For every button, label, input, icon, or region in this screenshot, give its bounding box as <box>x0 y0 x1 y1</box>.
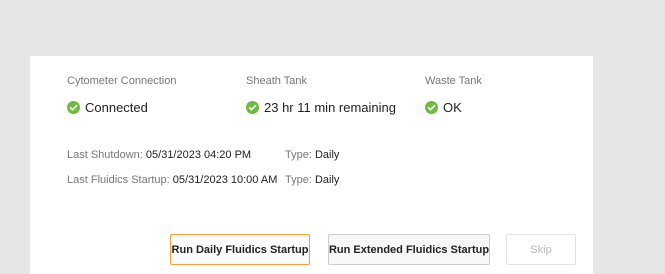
waste-tank-text: OK <box>443 100 462 115</box>
last-shutdown-type-label: Type: <box>285 149 312 161</box>
check-circle-icon <box>425 101 438 114</box>
run-extended-fluidics-startup-button[interactable]: Run Extended Fluidics Startup <box>328 234 490 265</box>
last-startup-label: Last Fluidics Startup: <box>67 174 170 186</box>
last-shutdown-label: Last Shutdown: <box>67 149 143 161</box>
last-startup-type-label: Type: <box>285 174 312 186</box>
waste-tank-heading: Waste Tank <box>425 75 482 87</box>
last-shutdown-value: 05/31/2023 04:20 PM <box>145 149 252 161</box>
run-daily-fluidics-startup-button[interactable]: Run Daily Fluidics Startup <box>170 234 310 265</box>
last-shutdown-row: Last Shutdown: 05/31/2023 04:20 PM <box>67 149 251 161</box>
check-circle-icon <box>246 101 259 114</box>
cytometer-connection-value: Connected <box>67 100 148 115</box>
sheath-tank-status: Sheath Tank 23 hr 11 min remaining <box>246 75 396 115</box>
last-startup-type-value: Daily <box>314 174 340 186</box>
cytometer-connection-heading: Cytometer Connection <box>67 75 177 87</box>
last-shutdown-type-value: Daily <box>314 149 340 161</box>
cytometer-connection-text: Connected <box>85 100 148 115</box>
sheath-tank-heading: Sheath Tank <box>246 75 307 87</box>
last-shutdown-type: Type: Daily <box>285 149 339 161</box>
sheath-tank-text: 23 hr 11 min remaining <box>264 100 396 115</box>
last-startup-value: 05/31/2023 10:00 AM <box>172 174 278 186</box>
last-startup-row: Last Fluidics Startup: 05/31/2023 10:00 … <box>67 174 277 186</box>
waste-tank-status: Waste Tank OK <box>425 75 482 115</box>
fluidics-status-card: Cytometer Connection Connected Sheath Ta… <box>30 56 593 274</box>
last-startup-type: Type: Daily <box>285 174 339 186</box>
check-circle-icon <box>67 101 80 114</box>
cytometer-connection-status: Cytometer Connection Connected <box>67 75 177 115</box>
skip-button[interactable]: Skip <box>506 234 576 265</box>
sheath-tank-value: 23 hr 11 min remaining <box>246 100 396 115</box>
waste-tank-value: OK <box>425 100 462 115</box>
